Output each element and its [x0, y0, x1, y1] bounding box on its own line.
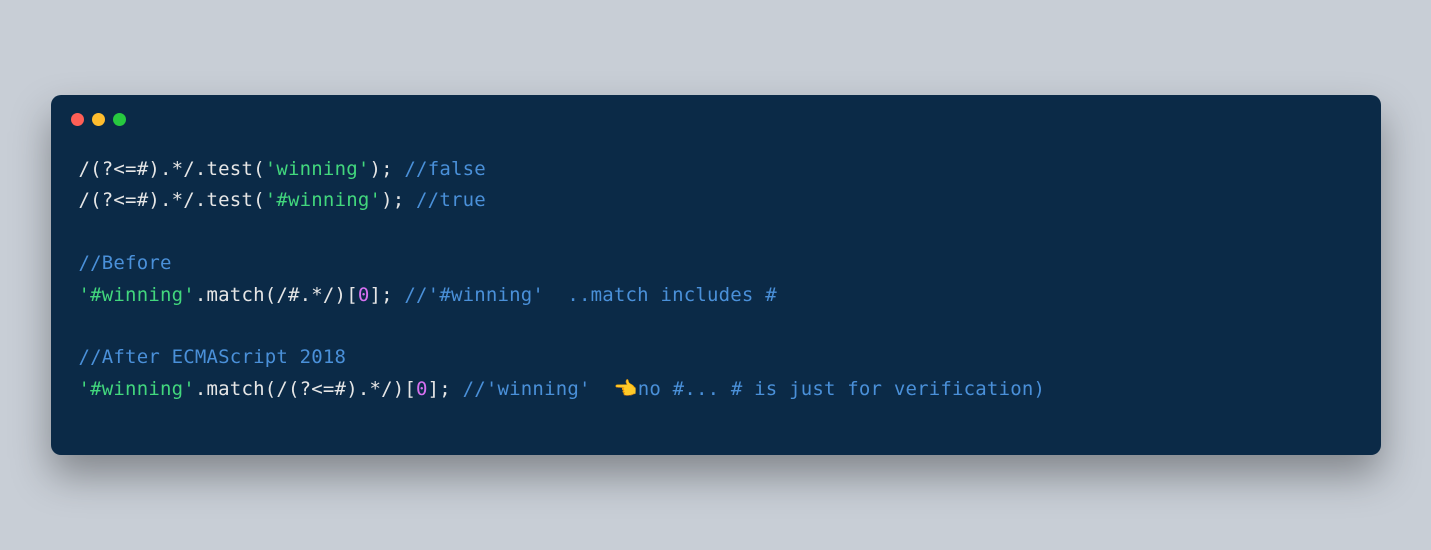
code-line: '#winning'.match(/#.*/)[0]; //'#winning'… — [79, 280, 1353, 311]
code-token: '#winning' — [79, 284, 195, 306]
code-token: 'winning' — [265, 158, 370, 180]
code-token: //'winning' 👈no #... # is just for verif… — [463, 378, 1046, 400]
code-line: /(?<=#).*/.test('winning'); //false — [79, 154, 1353, 185]
code-line — [79, 217, 1353, 248]
code-token — [79, 315, 91, 337]
code-token: ); — [370, 158, 405, 180]
window-titlebar — [51, 95, 1381, 134]
code-token: /(?<=#).*/.test( — [79, 189, 265, 211]
close-icon[interactable] — [71, 113, 84, 126]
code-line: //After ECMAScript 2018 — [79, 342, 1353, 373]
code-token: '#winning' — [265, 189, 381, 211]
code-line — [79, 311, 1353, 342]
code-token: ]; — [428, 378, 463, 400]
code-token: //'#winning' ..match includes # — [404, 284, 776, 306]
code-token: //true — [416, 189, 486, 211]
code-token: 0 — [416, 378, 428, 400]
minimize-icon[interactable] — [92, 113, 105, 126]
code-line: '#winning'.match(/(?<=#).*/)[0]; //'winn… — [79, 374, 1353, 405]
maximize-icon[interactable] — [113, 113, 126, 126]
code-token: //false — [404, 158, 485, 180]
code-window: /(?<=#).*/.test('winning'); //false/(?<=… — [51, 95, 1381, 455]
code-token: ]; — [369, 284, 404, 306]
code-token: //After ECMAScript 2018 — [79, 346, 347, 368]
code-token: '#winning' — [79, 378, 195, 400]
code-token: //Before — [79, 252, 172, 274]
code-token: .match(/(?<=#).*/)[ — [195, 378, 416, 400]
code-token: /(?<=#).*/.test( — [79, 158, 265, 180]
code-token: 0 — [358, 284, 370, 306]
code-token — [79, 221, 91, 243]
code-block: /(?<=#).*/.test('winning'); //false/(?<=… — [51, 134, 1381, 415]
code-line: /(?<=#).*/.test('#winning'); //true — [79, 185, 1353, 216]
code-token: ); — [381, 189, 416, 211]
code-line: //Before — [79, 248, 1353, 279]
code-token: .match(/#.*/)[ — [195, 284, 358, 306]
